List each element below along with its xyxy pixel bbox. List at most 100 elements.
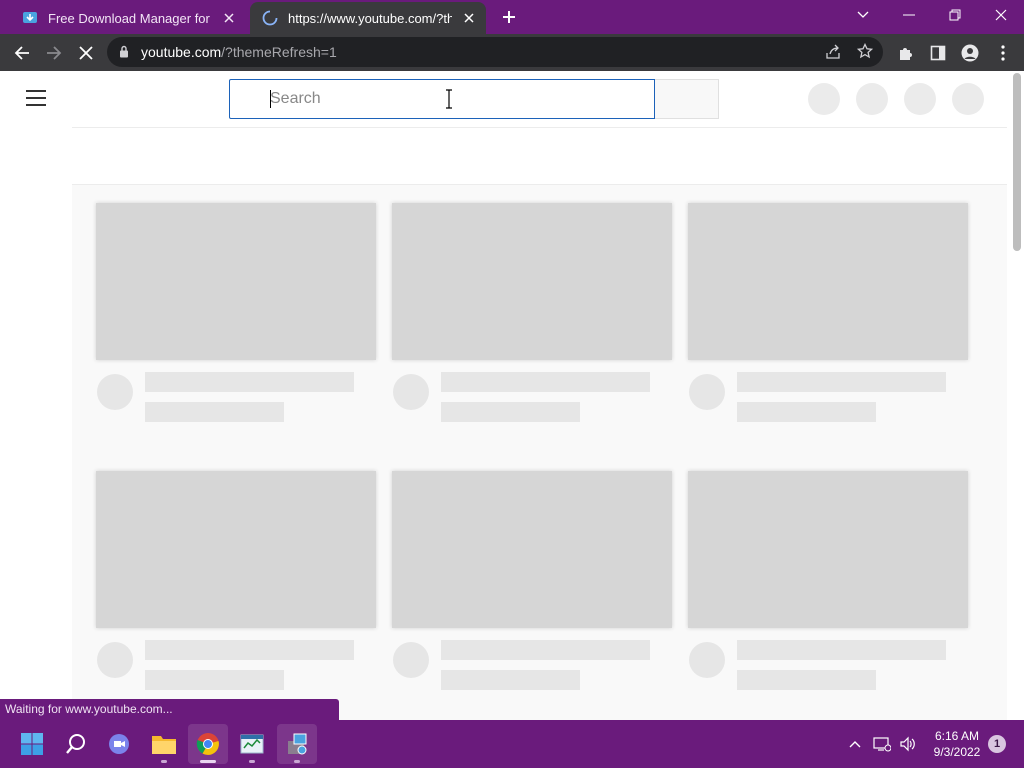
meta-placeholder xyxy=(145,402,284,422)
new-tab-button[interactable] xyxy=(498,6,520,28)
clock-time: 6:16 AM xyxy=(934,729,980,743)
video-card-placeholder xyxy=(96,203,376,423)
side-panel-button[interactable] xyxy=(925,40,951,66)
running-indicator xyxy=(249,760,255,763)
notification-badge[interactable]: 1 xyxy=(988,735,1006,753)
taskbar-chrome[interactable] xyxy=(188,724,228,764)
clock-date: 9/3/2022 xyxy=(933,745,981,759)
header-button-placeholder[interactable] xyxy=(952,83,984,115)
windows-taskbar: 6:16 AM 9/3/2022 1 xyxy=(0,720,1024,768)
arrow-right-icon xyxy=(47,46,62,60)
thumbnail-placeholder xyxy=(688,471,968,628)
installer-icon xyxy=(288,733,307,755)
title-placeholder xyxy=(737,372,946,392)
scrollbar-thumb[interactable] xyxy=(1013,73,1021,251)
chevron-up-icon xyxy=(849,741,861,748)
video-card-placeholder xyxy=(392,203,672,423)
avatar-placeholder xyxy=(689,642,725,678)
network-icon xyxy=(873,737,891,752)
search-input[interactable] xyxy=(229,79,655,119)
search-button[interactable] xyxy=(655,79,719,119)
meta-placeholder xyxy=(441,670,580,690)
thumbnail-placeholder xyxy=(688,203,968,360)
page-scrollbar[interactable] xyxy=(1010,71,1024,720)
video-card-placeholder xyxy=(688,203,968,423)
video-card-placeholder xyxy=(688,471,968,691)
network-status[interactable] xyxy=(870,720,894,768)
tab-strip: Free Download Manager for Win https://ww… xyxy=(0,0,1024,34)
chip-bar-placeholder xyxy=(72,127,1007,185)
avatar-placeholder xyxy=(689,374,725,410)
stop-loading-button[interactable] xyxy=(73,40,99,66)
close-tab-icon[interactable] xyxy=(220,9,238,27)
meta-placeholder xyxy=(145,670,284,690)
loading-spinner-icon xyxy=(262,10,278,26)
bookmark-star-icon[interactable] xyxy=(857,43,873,59)
close-tab-icon[interactable] xyxy=(460,9,478,27)
minimize-icon xyxy=(903,14,915,16)
meta-placeholder xyxy=(441,402,580,422)
show-hidden-icons-button[interactable] xyxy=(844,720,866,768)
restore-icon xyxy=(949,9,961,21)
running-indicator xyxy=(161,760,167,763)
forward-button[interactable] xyxy=(41,40,67,66)
taskbar-file-explorer[interactable] xyxy=(144,724,184,764)
taskbar-chat-button[interactable] xyxy=(100,724,140,764)
title-placeholder xyxy=(441,372,650,392)
avatar-placeholder xyxy=(393,642,429,678)
system-clock[interactable]: 6:16 AM 9/3/2022 xyxy=(926,728,988,760)
back-button[interactable] xyxy=(9,40,35,66)
restore-button[interactable] xyxy=(932,0,978,30)
kebab-menu-icon xyxy=(1001,45,1005,61)
youtube-page xyxy=(0,71,1024,720)
header-button-placeholder[interactable] xyxy=(856,83,888,115)
thumbnail-placeholder xyxy=(392,471,672,628)
url-text: youtube.com/?themeRefresh=1 xyxy=(141,44,337,60)
stop-icon xyxy=(79,46,93,60)
profile-button[interactable] xyxy=(957,40,983,66)
search-icon xyxy=(66,734,85,754)
url-host: youtube.com xyxy=(141,44,222,60)
close-window-button[interactable] xyxy=(978,0,1024,30)
tab-free-download-manager[interactable]: Free Download Manager for Win xyxy=(10,2,246,34)
status-bubble: Waiting for www.youtube.com... xyxy=(0,699,339,720)
extensions-button[interactable] xyxy=(893,40,919,66)
volume-control[interactable] xyxy=(896,720,920,768)
header-button-placeholder[interactable] xyxy=(808,83,840,115)
file-explorer-icon xyxy=(152,736,176,754)
chrome-icon xyxy=(196,733,219,755)
tab-title: https://www.youtube.com/?them xyxy=(288,10,452,26)
text-cursor-icon xyxy=(446,89,452,109)
arrow-left-icon xyxy=(14,46,29,60)
avatar-placeholder xyxy=(393,374,429,410)
running-indicator xyxy=(294,760,300,763)
tab-title: Free Download Manager for Win xyxy=(48,10,212,26)
video-card-placeholder xyxy=(392,471,672,691)
meta-placeholder xyxy=(737,402,876,422)
lock-icon[interactable] xyxy=(119,45,129,58)
taskbar-task-manager[interactable] xyxy=(232,724,272,764)
taskbar-installer[interactable] xyxy=(277,724,317,764)
tab-search-button[interactable] xyxy=(840,0,886,30)
menu-button[interactable] xyxy=(990,40,1016,66)
start-button[interactable] xyxy=(12,724,52,764)
active-indicator xyxy=(200,760,216,763)
avatar-placeholder xyxy=(97,642,133,678)
taskbar-search-button[interactable] xyxy=(56,724,96,764)
header-button-placeholder[interactable] xyxy=(904,83,936,115)
minimize-button[interactable] xyxy=(886,0,932,30)
guide-menu-icon[interactable] xyxy=(26,90,46,106)
chevron-down-icon xyxy=(857,11,869,18)
browser-toolbar: youtube.com/?themeRefresh=1 xyxy=(0,34,1024,71)
plus-icon xyxy=(503,11,515,23)
title-placeholder xyxy=(145,372,354,392)
avatar-placeholder xyxy=(97,374,133,410)
address-bar[interactable]: youtube.com/?themeRefresh=1 xyxy=(107,37,883,67)
title-placeholder xyxy=(441,640,650,660)
title-placeholder xyxy=(737,640,946,660)
share-icon[interactable] xyxy=(825,44,841,60)
profile-icon xyxy=(961,44,979,62)
fdm-icon xyxy=(23,12,37,23)
tab-youtube[interactable]: https://www.youtube.com/?them xyxy=(250,2,486,34)
thumbnail-placeholder xyxy=(392,203,672,360)
